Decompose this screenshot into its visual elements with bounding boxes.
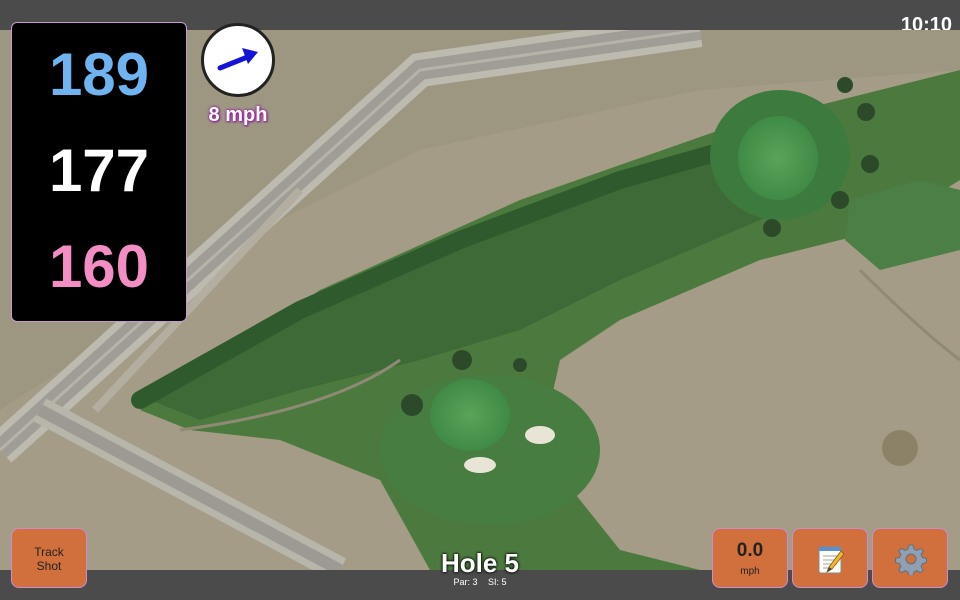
notepad-icon — [818, 546, 845, 574]
hole-par: Par: 3 — [453, 577, 478, 587]
wind-direction-dial — [201, 23, 275, 97]
arrow-icon — [217, 48, 258, 71]
track-shot-label-line2: Shot — [36, 559, 62, 573]
gear-icon — [895, 544, 927, 575]
hole-si: SI: 5 — [488, 577, 507, 587]
back-distance: 189 — [48, 41, 150, 108]
notes-button[interactable] — [792, 528, 868, 588]
middle-distance: 177 — [48, 137, 150, 204]
front-distance: 160 — [48, 233, 150, 300]
speed-button[interactable]: 0.0 mph — [712, 528, 788, 588]
speed-unit: mph — [740, 566, 760, 577]
track-shot-label-line1: Track — [34, 545, 64, 559]
hole-title: Hole 5 — [440, 548, 520, 578]
track-shot-button[interactable]: Track Shot — [11, 528, 87, 588]
distance-panel: 189 177 160 — [11, 22, 187, 322]
hole-info: Par: 3 SI: 5 — [380, 577, 580, 587]
wind-speed-label: 8 mph — [208, 104, 268, 126]
speed-value: 0.0 — [736, 540, 764, 561]
settings-button[interactable] — [872, 528, 948, 588]
